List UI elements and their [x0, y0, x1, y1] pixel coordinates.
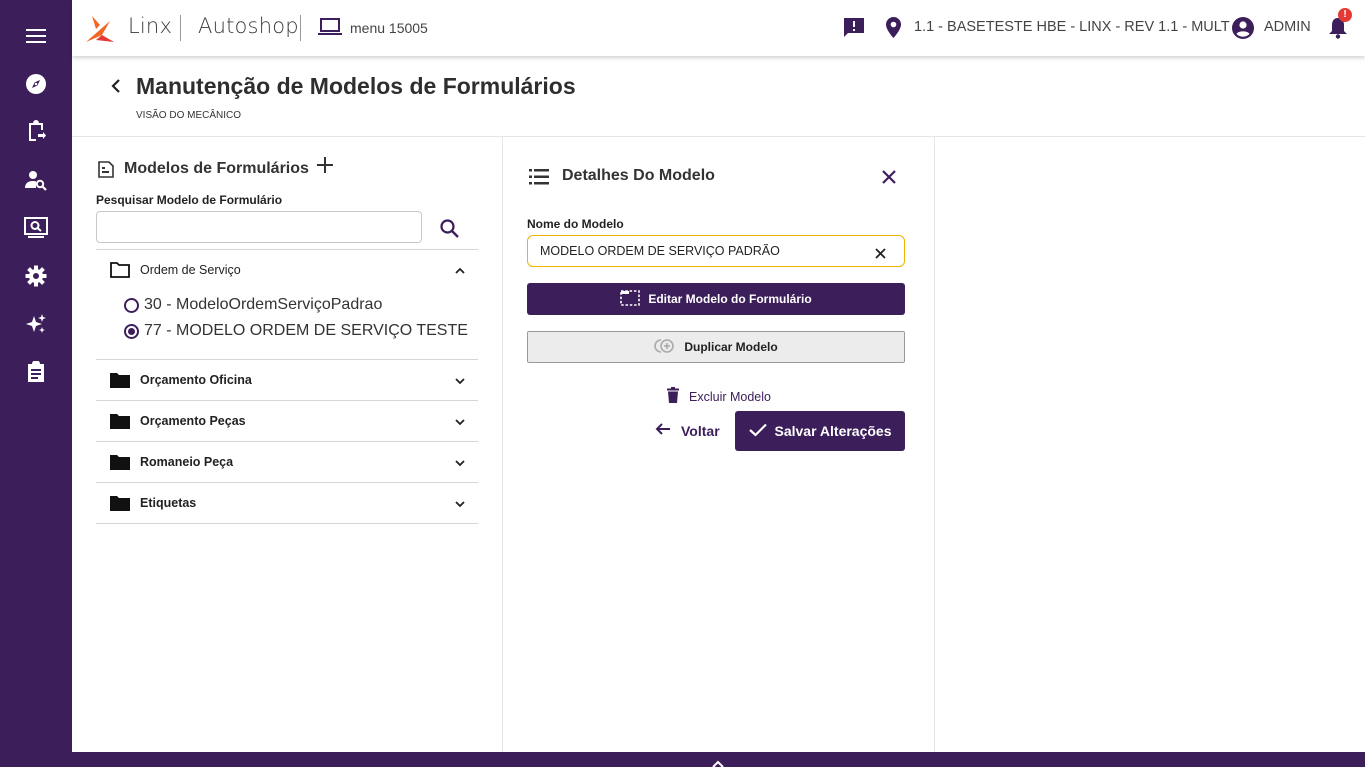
clipboard-transfer-icon[interactable]	[24, 119, 48, 143]
bottom-bar	[72, 752, 1365, 767]
product-name: Autoshop	[198, 14, 299, 38]
folder-icon	[110, 495, 130, 511]
group-label: Orçamento Peças	[140, 414, 246, 428]
radio-label: 77 - MODELO ORDEM DE SERVIÇO TESTE	[144, 322, 468, 339]
edit-form-model-button[interactable]: Editar Modelo do Formulário	[527, 283, 905, 315]
chevron-down-icon[interactable]	[454, 374, 466, 386]
group-header[interactable]: Orçamento Peças	[96, 401, 478, 441]
chevron-up-icon[interactable]	[454, 264, 466, 276]
group-header[interactable]: Ordem de Serviço	[96, 250, 478, 290]
gear-icon[interactable]	[24, 264, 48, 288]
back-label: Voltar	[681, 422, 720, 439]
form-models-panel: Modelos de Formulários Pesquisar Modelo …	[72, 137, 503, 752]
edit-form-model-label: Editar Modelo do Formulário	[648, 292, 812, 306]
group-orcamento-oficina: Orçamento Oficina	[96, 359, 478, 400]
folder-icon	[110, 454, 130, 470]
page-subtitle: VISÃO DO MECÂNICO	[136, 110, 242, 121]
close-icon[interactable]	[881, 169, 897, 190]
group-label: Orçamento Oficina	[140, 373, 252, 387]
duplicate-model-button[interactable]: Duplicar Modelo	[527, 331, 905, 363]
delete-model-label: Excluir Modelo	[689, 389, 771, 404]
feedback-icon[interactable]	[844, 18, 864, 43]
model-name-input[interactable]	[527, 235, 905, 267]
group-label: Ordem de Serviço	[140, 263, 241, 277]
group-label: Etiquetas	[140, 496, 197, 510]
sidebar	[0, 0, 72, 767]
save-changes-button[interactable]: Salvar Alterações	[735, 411, 905, 451]
details-title: Detalhes Do Modelo	[562, 167, 715, 184]
folder-icon	[110, 413, 130, 429]
select-all-icon	[620, 289, 641, 309]
back-chevron-icon[interactable]	[108, 76, 124, 96]
add-model-button[interactable]	[316, 156, 334, 179]
panel-title: Modelos de Formulários	[124, 160, 309, 177]
group-orcamento-pecas: Orçamento Peças	[96, 400, 478, 441]
sparkles-icon[interactable]	[24, 312, 48, 336]
radio-button[interactable]	[124, 298, 139, 313]
location-pin-icon	[886, 17, 901, 43]
list-icon	[529, 169, 549, 190]
folder-open-icon	[110, 262, 130, 278]
duplicate-model-label: Duplicar Modelo	[684, 340, 778, 354]
search-label: Pesquisar Modelo de Formulário	[96, 193, 283, 207]
check-icon	[748, 423, 767, 440]
group-header[interactable]: Orçamento Oficina	[96, 360, 478, 400]
arrow-left-icon	[655, 422, 671, 439]
location-label[interactable]: 1.1 - BASETESTE HBE - LINX - REV 1.1 - M…	[914, 19, 1230, 35]
group-etiquetas: Etiquetas	[96, 482, 478, 524]
screen-search-icon[interactable]	[24, 216, 48, 240]
delete-model-button[interactable]: Excluir Modelo	[667, 387, 771, 406]
chevron-down-icon[interactable]	[454, 415, 466, 427]
compass-icon[interactable]	[24, 72, 48, 96]
group-ordem-de-servico: Ordem de Serviço 30 - ModeloOrdemServiço…	[96, 249, 478, 359]
radio-button-selected[interactable]	[124, 324, 139, 339]
page-title: Manutenção de Modelos de Formulários	[136, 73, 576, 99]
divider	[300, 15, 301, 41]
divider	[180, 15, 181, 41]
clear-input-icon[interactable]	[875, 246, 886, 264]
notification-badge: !	[1338, 8, 1352, 22]
group-header[interactable]: Etiquetas	[96, 483, 478, 523]
duplicate-icon	[654, 338, 676, 357]
folder-icon	[110, 372, 130, 388]
menu-code: menu 15005	[350, 20, 428, 36]
user-name[interactable]: ADMIN	[1264, 19, 1311, 35]
account-circle-icon[interactable]	[1232, 17, 1254, 44]
group-romaneio-peca: Romaneio Peça	[96, 441, 478, 482]
plus-icon	[317, 157, 333, 173]
person-search-icon[interactable]	[24, 168, 48, 192]
search-input[interactable]	[96, 211, 422, 243]
back-button[interactable]: Voltar	[655, 422, 720, 439]
group-label: Romaneio Peça	[140, 455, 234, 469]
page-header: Manutenção de Modelos de Formulários VIS…	[72, 56, 1365, 137]
brand-name: Linx	[128, 14, 173, 38]
menu-icon[interactable]	[24, 24, 48, 48]
model-name-label: Nome do Modelo	[527, 217, 624, 231]
save-changes-label: Salvar Alterações	[774, 423, 892, 439]
laptop-icon	[318, 18, 342, 41]
trash-icon	[667, 387, 679, 406]
clipboard-list-icon[interactable]	[24, 360, 48, 384]
chevron-down-icon[interactable]	[454, 497, 466, 509]
document-icon	[98, 161, 114, 183]
search-icon[interactable]	[440, 219, 459, 243]
group-header[interactable]: Romaneio Peça	[96, 442, 478, 482]
linx-logo-icon	[86, 16, 114, 42]
chevron-down-icon[interactable]	[454, 456, 466, 468]
model-details-panel: Detalhes Do Modelo Nome do Modelo Editar…	[503, 137, 935, 752]
radio-label: 30 - ModeloOrdemServiçoPadrao	[144, 296, 383, 313]
chevron-up-icon[interactable]	[712, 755, 724, 767]
top-bar: Linx Autoshop menu 15005 1.1 - BASETESTE…	[72, 0, 1365, 56]
